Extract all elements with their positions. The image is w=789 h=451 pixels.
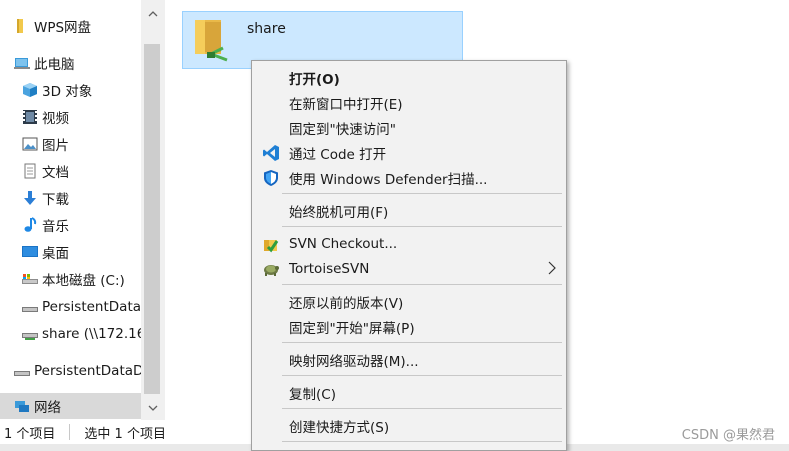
nav-item-3d-objects[interactable]: 3D 对象 [22, 77, 92, 103]
menu-item-pin-start[interactable]: 固定到"开始"屏幕(P) [252, 314, 566, 339]
nav-item-desktop[interactable]: 桌面 [22, 239, 69, 265]
menu-item-map-network-drive[interactable]: 映射网络驱动器(M)... [252, 347, 566, 372]
nav-item-documents[interactable]: 文档 [22, 158, 69, 184]
menu-separator [282, 284, 562, 285]
nav-item-label: PersistentDataD [42, 299, 152, 315]
drive-icon [14, 363, 30, 379]
menu-item-open[interactable]: 打开(O) [252, 65, 566, 90]
menu-item-open-with-code[interactable]: 通过 Code 打开 [252, 140, 566, 165]
music-icon [22, 217, 38, 233]
nav-item-label: share (\\172.16 [42, 326, 146, 342]
menu-separator [282, 375, 562, 376]
menu-separator [282, 226, 562, 227]
menu-item-label: 始终脱机可用(F) [289, 204, 389, 221]
nav-item-downloads[interactable]: 下载 [22, 185, 69, 211]
computer-icon [14, 55, 30, 71]
menu-item-restore-versions[interactable]: 还原以前的版本(V) [252, 289, 566, 314]
menu-item-defender-scan[interactable]: 使用 Windows Defender扫描... [252, 165, 566, 190]
nav-item-label: 3D 对象 [42, 84, 93, 100]
menu-item-label: 还原以前的版本(V) [289, 295, 404, 312]
menu-separator [282, 342, 562, 343]
menu-item-copy[interactable]: 复制(C) [252, 380, 566, 405]
nav-item-videos[interactable]: 视频 [22, 104, 69, 130]
scroll-up-arrow-icon[interactable] [141, 2, 165, 26]
documents-icon [22, 163, 38, 179]
menu-separator [282, 193, 562, 194]
menu-item-always-offline[interactable]: 始终脱机可用(F) [252, 198, 566, 223]
item-count: 1 个项目 [4, 426, 56, 442]
nav-item-label: 此电脑 [34, 57, 75, 73]
nav-item-network[interactable]: 网络 [0, 393, 141, 419]
menu-item-label: 通过 Code 打开 [289, 146, 387, 163]
nav-item-pictures[interactable]: 图片 [22, 131, 69, 157]
context-menu: 打开(O) 在新窗口中打开(E) 固定到"快速访问" 通过 Code 打开 使用… [251, 60, 567, 451]
menu-item-label: 固定到"快速访问" [289, 121, 396, 138]
nav-item-music[interactable]: 音乐 [22, 212, 69, 238]
menu-item-label: 复制(C) [289, 386, 336, 403]
desktop-icon [22, 244, 38, 260]
menu-item-label: 在新窗口中打开(E) [289, 96, 403, 113]
tortoisesvn-icon [262, 260, 280, 278]
menu-item-tortoisesvn[interactable]: TortoiseSVN [252, 256, 566, 281]
selected-count: 选中 1 个项目 [84, 426, 166, 442]
folder-yellow-icon [14, 18, 30, 34]
menu-item-pin-quick-access[interactable]: 固定到"快速访问" [252, 115, 566, 140]
nav-item-this-pc[interactable]: 此电脑 [14, 50, 75, 76]
network-drive-icon [22, 326, 38, 342]
menu-item-label: TortoiseSVN [289, 260, 370, 277]
nav-item-wps-cloud[interactable]: WPS网盘 [14, 13, 91, 39]
nav-item-label: WPS网盘 [34, 20, 92, 36]
menu-item-label: SVN Checkout... [289, 235, 398, 252]
navigation-pane: WPS网盘 此电脑 3D 对象 视频 图片 文档 下载 音乐 桌面 本地磁盘 (… [0, 0, 165, 420]
pictures-icon [22, 136, 38, 152]
network-drive-icon [22, 299, 38, 315]
network-icon [14, 398, 30, 414]
menu-separator [282, 408, 562, 409]
menu-item-label: 使用 Windows Defender扫描... [289, 171, 488, 188]
svn-checkout-icon [262, 235, 280, 253]
download-icon [22, 190, 38, 206]
vscode-icon [262, 144, 280, 162]
nav-item-label: 网络 [34, 400, 61, 416]
submenu-arrow-icon [548, 261, 556, 279]
local-disk-icon [22, 271, 38, 287]
menu-item-open-new-window[interactable]: 在新窗口中打开(E) [252, 90, 566, 115]
nav-item-label: 视频 [42, 111, 69, 127]
nav-item-local-disk-c[interactable]: 本地磁盘 (C:) [22, 266, 125, 292]
status-divider [69, 424, 71, 440]
watermark: CSDN @果然君 [681, 428, 775, 443]
3d-objects-icon [22, 82, 38, 98]
nav-item-share-network[interactable]: share (\\172.16 [22, 321, 145, 347]
menu-separator [282, 441, 562, 442]
nav-item-persistent-data-1[interactable]: PersistentDataD [22, 294, 151, 320]
nav-item-label: 音乐 [42, 219, 69, 235]
menu-item-label: 打开(O) [289, 71, 340, 88]
defender-shield-icon [262, 169, 280, 187]
nav-item-label: 下载 [42, 192, 69, 208]
nav-scrollbar-thumb[interactable] [144, 44, 160, 394]
menu-item-create-shortcut[interactable]: 创建快捷方式(S) [252, 413, 566, 438]
video-icon [22, 109, 38, 125]
folder-name: share [247, 21, 286, 37]
menu-item-label: 固定到"开始"屏幕(P) [289, 320, 415, 337]
nav-item-label: 图片 [42, 138, 69, 154]
menu-item-svn-checkout[interactable]: SVN Checkout... [252, 231, 566, 256]
nav-item-label: 桌面 [42, 246, 69, 262]
network-folder-icon [191, 16, 235, 64]
nav-item-persistent-data-2[interactable]: PersistentDataDi [14, 358, 147, 384]
nav-item-label: 文档 [42, 165, 69, 181]
nav-item-label: 本地磁盘 (C:) [42, 273, 125, 289]
menu-item-label: 映射网络驱动器(M)... [289, 353, 419, 370]
nav-item-label: PersistentDataDi [34, 363, 148, 379]
menu-item-label: 创建快捷方式(S) [289, 419, 390, 436]
scroll-down-arrow-icon[interactable] [141, 396, 165, 420]
